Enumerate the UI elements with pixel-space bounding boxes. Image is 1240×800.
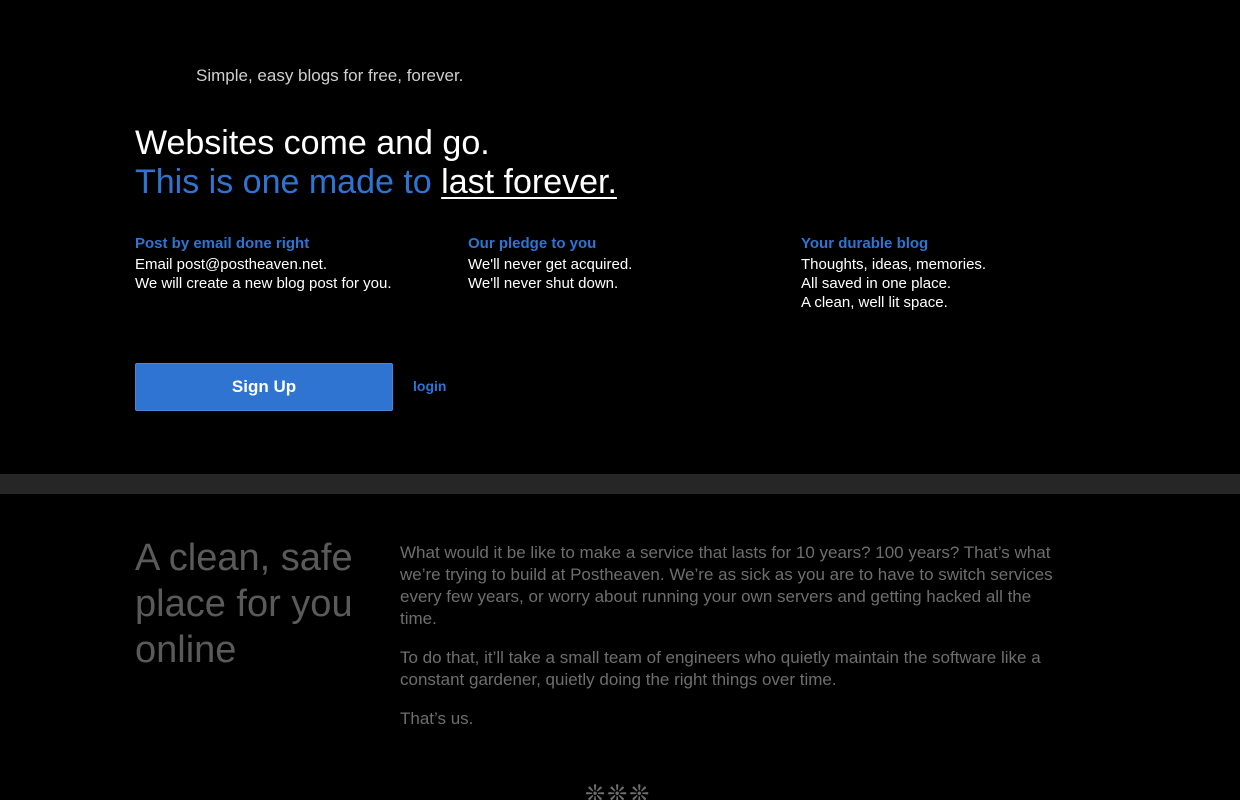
about-text: What would it be like to make a service … bbox=[400, 542, 1070, 747]
feature-line: We'll never shut down. bbox=[468, 275, 619, 292]
about-heading: A clean, safe place for you online bbox=[135, 537, 353, 671]
footer-ornament: ❊❊❊ bbox=[585, 781, 652, 800]
feature-line: Email post@postheaven.net. bbox=[135, 256, 328, 273]
tagline: Simple, easy blogs for free, forever. bbox=[196, 66, 464, 85]
feature-durable-blog: Your durable blog Thoughts, ideas, memor… bbox=[801, 235, 1121, 312]
feature-pledge: Our pledge to you We'll never get acquir… bbox=[468, 235, 788, 293]
feature-title: Our pledge to you bbox=[468, 235, 597, 252]
sign-up-button[interactable]: Sign Up bbox=[135, 363, 393, 411]
section-divider bbox=[0, 474, 1240, 494]
hero-line-2-prefix: This is one made to bbox=[135, 163, 442, 201]
hero-headline: Websites come and go. This is one made t… bbox=[135, 124, 617, 202]
about-paragraph: What would it be like to make a service … bbox=[400, 543, 1053, 628]
feature-line: We will create a new blog post for you. bbox=[135, 275, 392, 292]
feature-line: All saved in one place. bbox=[801, 275, 952, 292]
hero-line-1: Websites come and go. bbox=[135, 124, 490, 162]
feature-title: Post by email done right bbox=[135, 235, 310, 252]
page: Simple, easy blogs for free, forever. We… bbox=[0, 0, 1240, 800]
feature-line: We'll never get acquired. bbox=[468, 256, 633, 273]
login-link[interactable]: login bbox=[413, 378, 446, 394]
feature-post-by-email: Post by email done right Email post@post… bbox=[135, 235, 455, 293]
feature-title: Your durable blog bbox=[801, 235, 929, 252]
feature-line: A clean, well lit space. bbox=[801, 294, 948, 311]
last-forever-link[interactable]: last forever. bbox=[441, 163, 617, 201]
about-paragraph: To do that, it’ll take a small team of e… bbox=[400, 648, 1041, 689]
about-paragraph: That’s us. bbox=[400, 709, 474, 728]
hero-line-2: This is one made to last forever. bbox=[135, 163, 617, 202]
feature-line: Thoughts, ideas, memories. bbox=[801, 256, 987, 273]
